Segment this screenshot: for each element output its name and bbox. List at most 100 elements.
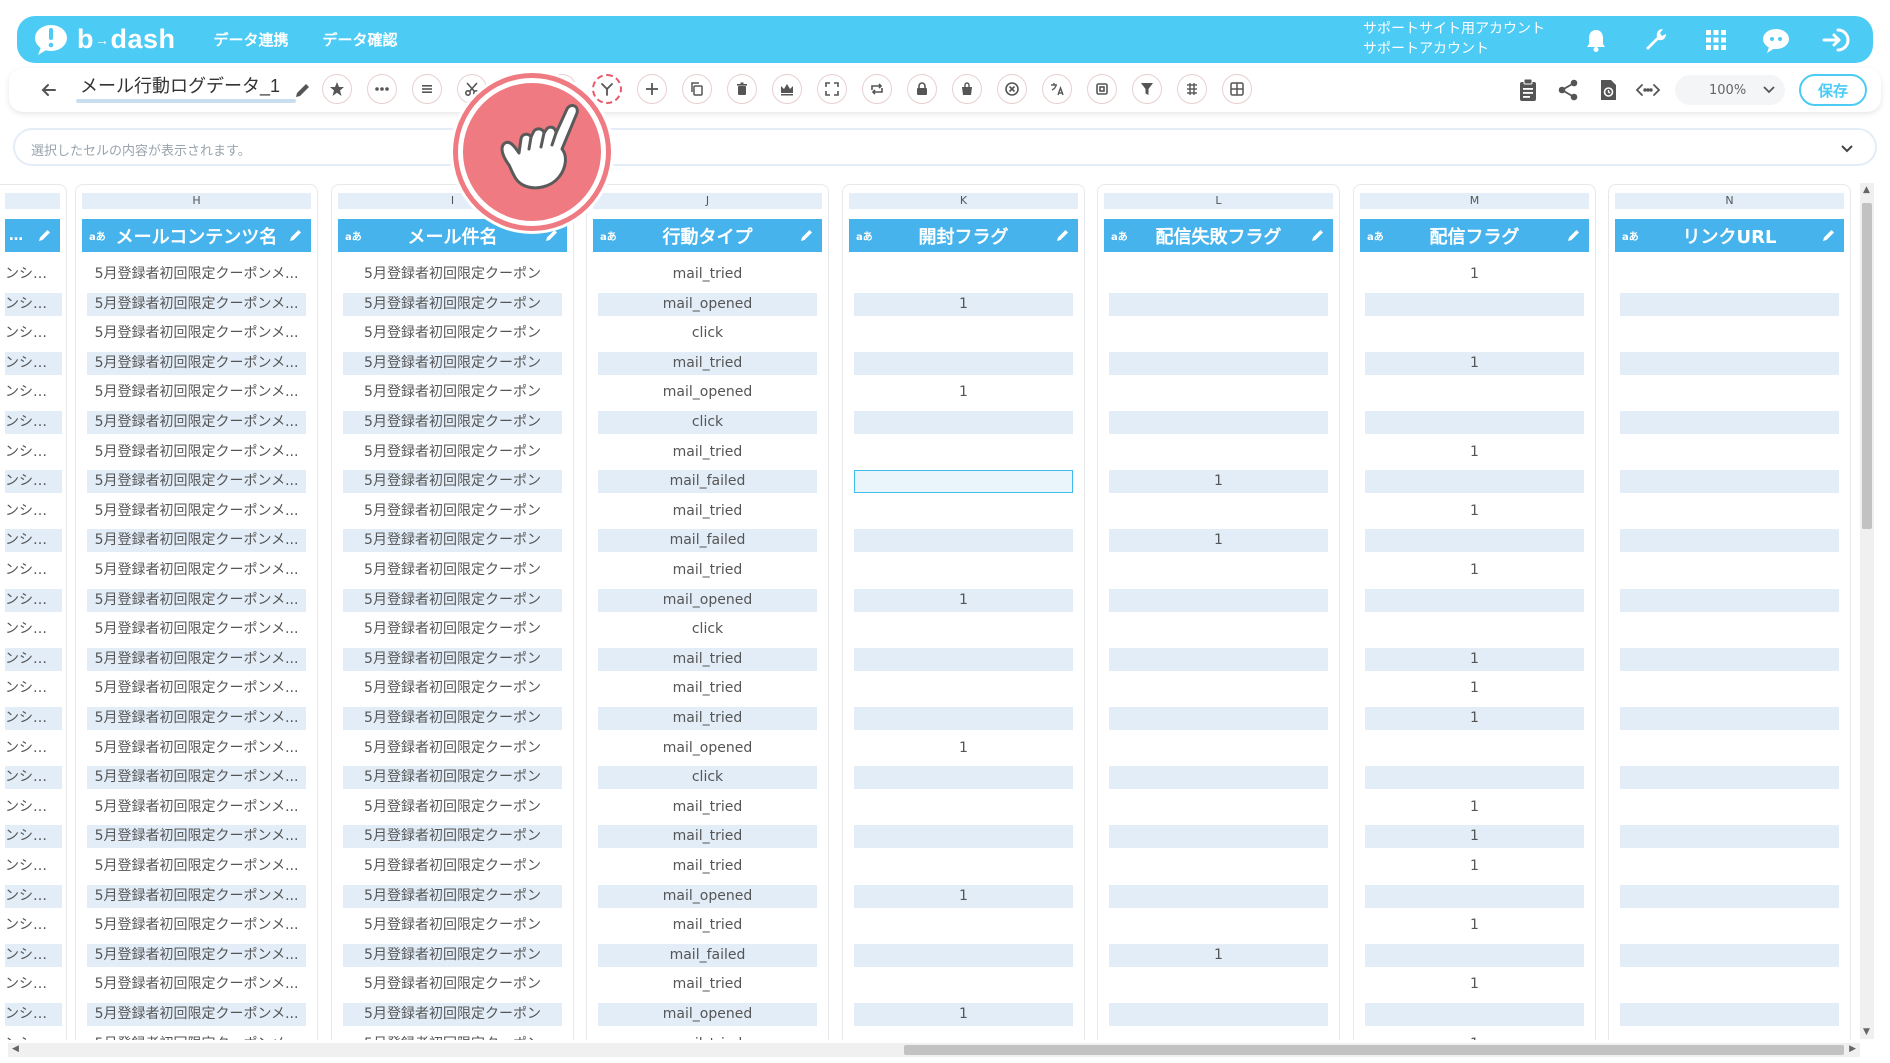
filter-icon[interactable] (1132, 74, 1162, 104)
grid-cell[interactable] (1109, 973, 1328, 996)
grid-cell[interactable]: 1 (1365, 973, 1584, 996)
grid-cell[interactable] (1620, 707, 1839, 730)
copy-icon[interactable] (682, 74, 712, 104)
grid-cell[interactable]: 5月登録者初回限定クーポン (343, 351, 562, 375)
grid-cell[interactable]: 5月登録者初回限定クーポンメ... (87, 677, 306, 700)
history-icon[interactable] (1595, 75, 1621, 105)
scroll-right-icon[interactable]: ▶ (1849, 1044, 1856, 1054)
column-header[interactable]: aあ 行動タイプ (593, 219, 822, 252)
grid-cell[interactable]: 5月登録者初回限定クーポン (343, 441, 562, 464)
edit-column-icon[interactable] (800, 228, 814, 242)
grid-cell[interactable]: 5月登録者初回限定クーポン (343, 914, 562, 937)
edit-column-icon[interactable] (38, 228, 52, 242)
grid-cell[interactable]: 1 (1109, 943, 1328, 967)
crown-icon[interactable] (772, 74, 802, 104)
column-letter[interactable]: H (82, 193, 311, 209)
grid-cell[interactable]: ンシ… (5, 292, 62, 316)
grid-cell[interactable]: mail_failed (598, 529, 817, 553)
grid-cell[interactable]: ンシ… (5, 677, 62, 700)
grid-cell[interactable] (1620, 441, 1839, 464)
horizontal-scrollbar[interactable]: ◀ ▶ (8, 1043, 1860, 1057)
grid-cell[interactable] (1109, 914, 1328, 937)
edit-column-icon[interactable] (1822, 228, 1836, 242)
more-icon[interactable] (367, 74, 397, 104)
grid-cell[interactable]: 1 (854, 1003, 1073, 1026)
grid-cell[interactable]: ンシ… (5, 618, 62, 641)
bag-icon[interactable] (952, 74, 982, 104)
grid-cell[interactable] (1620, 1003, 1839, 1026)
grid-cell[interactable]: 5月登録者初回限定クーポン (343, 766, 562, 790)
grid-cell[interactable] (1109, 263, 1328, 286)
grid-cell[interactable]: 1 (1365, 796, 1584, 819)
group-icon[interactable] (1177, 74, 1207, 104)
grid-cell[interactable] (1365, 470, 1584, 494)
grid-cell[interactable]: 5月登録者初回限定クーポン (343, 825, 562, 849)
grid-cell[interactable] (1620, 322, 1839, 345)
grid-cell[interactable]: 5月登録者初回限定クーポンメ... (87, 825, 306, 849)
grid-cell[interactable] (1109, 618, 1328, 641)
column-header[interactable]: aあ 開封フラグ (849, 219, 1078, 252)
grid-cell[interactable]: click (598, 411, 817, 434)
grid-cell[interactable] (1620, 500, 1839, 523)
grid-cell[interactable]: mail_tried (598, 559, 817, 582)
grid-cell[interactable]: 5月登録者初回限定クーポンメ... (87, 973, 306, 996)
support-chat-icon[interactable] (1759, 23, 1793, 57)
grid-cell[interactable] (854, 1033, 1073, 1040)
column-header[interactable]: aあ メールコンテンツ名 (82, 219, 311, 252)
share-icon[interactable] (1555, 75, 1581, 105)
grid-cell[interactable] (1109, 677, 1328, 700)
apps-grid-icon[interactable] (1699, 23, 1733, 57)
grid-cell[interactable]: ンシ… (5, 884, 62, 908)
grid-cell[interactable]: 5月登録者初回限定クーポンメ... (87, 470, 306, 494)
grid-cell[interactable]: 1 (1365, 855, 1584, 878)
account-info[interactable]: サポートサイト用アカウント サポートアカウント (1363, 19, 1545, 59)
cancel-icon[interactable] (997, 74, 1027, 104)
grid-cell[interactable] (854, 796, 1073, 819)
grid-cell[interactable] (854, 529, 1073, 553)
grid-cell[interactable] (1365, 292, 1584, 316)
grid-cell[interactable]: 5月登録者初回限定クーポン (343, 618, 562, 641)
grid-cell[interactable]: mail_tried (598, 441, 817, 464)
grid-cell[interactable] (1620, 263, 1839, 286)
grid-cell[interactable]: ンシ… (5, 647, 62, 671)
vertical-scroll-thumb[interactable] (1862, 203, 1872, 529)
grid-cell[interactable]: 1 (1365, 263, 1584, 286)
grid-cell[interactable] (1109, 737, 1328, 760)
nav-data-check[interactable]: データ確認 (323, 29, 398, 50)
grid-cell[interactable]: 5月登録者初回限定クーポン (343, 677, 562, 700)
grid-cell[interactable] (1109, 500, 1328, 523)
grid-cell[interactable] (854, 766, 1073, 790)
grid-cell[interactable]: ンシ… (5, 825, 62, 849)
edit-column-icon[interactable] (1056, 228, 1070, 242)
grid-cell[interactable]: 1 (1365, 500, 1584, 523)
grid-cell[interactable] (854, 263, 1073, 286)
grid-cell[interactable]: ンシ… (5, 529, 62, 553)
grid-cell[interactable]: 5月登録者初回限定クーポンメ... (87, 737, 306, 760)
column-letter[interactable]: K (849, 193, 1078, 209)
grid-cell[interactable]: mail_tried (598, 351, 817, 375)
grid-cell[interactable]: 5月登録者初回限定クーポンメ... (87, 1003, 306, 1026)
grid-cell[interactable]: mail_tried (598, 855, 817, 878)
column-header[interactable]: … (5, 219, 60, 252)
grid-cell[interactable]: 5月登録者初回限定クーポンメ... (87, 500, 306, 523)
grid-cell[interactable]: 1 (1365, 914, 1584, 937)
grid-cell[interactable]: ンシ… (5, 796, 62, 819)
grid-cell[interactable]: mail_opened (598, 292, 817, 316)
grid-cell[interactable]: mail_failed (598, 943, 817, 967)
grid-cell[interactable]: ンシ… (5, 470, 62, 494)
scroll-left-icon[interactable]: ◀ (12, 1044, 19, 1054)
loop-icon[interactable] (862, 74, 892, 104)
grid-cell[interactable]: 5月登録者初回限定クーポンメ... (87, 943, 306, 967)
edit-column-icon[interactable] (289, 228, 303, 242)
grid-cell[interactable]: 1 (1365, 825, 1584, 849)
grid-cell[interactable]: 5月登録者初回限定クーポンメ... (87, 322, 306, 345)
chevron-down-icon[interactable] (1839, 140, 1855, 156)
grid-cell[interactable] (854, 973, 1073, 996)
grid-cell[interactable]: ンシ… (5, 973, 62, 996)
grid-cell[interactable] (1365, 411, 1584, 434)
grid-cell[interactable]: 5月登録者初回限定クーポンメ... (87, 914, 306, 937)
grid-cell[interactable] (1620, 737, 1839, 760)
horizontal-scroll-thumb[interactable] (904, 1045, 1844, 1055)
grid-cell[interactable] (854, 411, 1073, 434)
grid-cell[interactable]: 1 (1365, 351, 1584, 375)
